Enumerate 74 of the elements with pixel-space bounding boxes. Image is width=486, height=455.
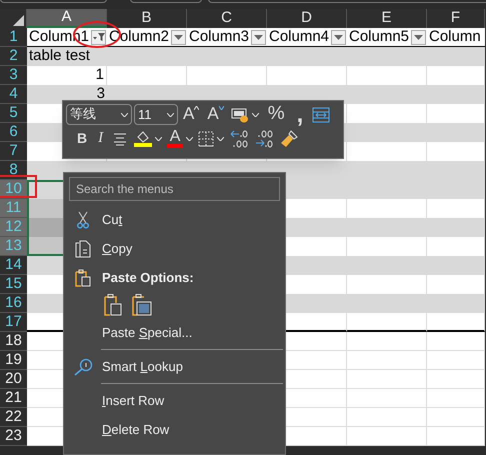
- menu-label: Cut: [102, 210, 122, 229]
- menu-item[interactable]: Paste Special...: [64, 318, 285, 347]
- filter-dropdown-button[interactable]: [331, 30, 346, 44]
- column-title: Column: [429, 28, 481, 46]
- caret-up-icon: [194, 106, 200, 110]
- row-header[interactable]: 21: [0, 389, 27, 408]
- caret-icon: [217, 136, 224, 140]
- row-header[interactable]: 16: [0, 294, 27, 313]
- caret-icon: [252, 112, 259, 116]
- menu-label: Copy: [102, 240, 132, 258]
- bold-button[interactable]: B: [72, 128, 92, 149]
- clipboard-icon: [75, 268, 91, 286]
- row-header[interactable]: 18: [0, 332, 27, 351]
- menu-label: Smart Lookup: [102, 358, 183, 376]
- caret-icon: [218, 106, 224, 110]
- filter-applied-button[interactable]: [91, 30, 106, 44]
- row-header[interactable]: 5: [0, 104, 27, 123]
- comma-style-button[interactable]: ,: [292, 104, 308, 125]
- font-name-field[interactable]: 等线: [66, 104, 132, 125]
- select-all-icon[interactable]: [13, 15, 24, 26]
- menu-item[interactable]: Copy: [64, 234, 285, 263]
- annotation-rectangle: [0, 175, 37, 198]
- row-header[interactable]: 23: [0, 427, 27, 446]
- scissors-icon: [77, 210, 89, 228]
- column-title: Column3: [189, 28, 250, 46]
- search-field[interactable]: Search the menus: [69, 177, 280, 201]
- borders-icon: [198, 130, 214, 146]
- align-center-icon: [112, 132, 128, 146]
- cell-text: 1: [96, 65, 104, 86]
- filter-icon: [92, 32, 104, 42]
- row-header[interactable]: 17: [0, 313, 27, 332]
- shrink-font-button[interactable]: A: [204, 104, 227, 125]
- font-color-button[interactable]: A: [165, 128, 196, 149]
- row-header[interactable]: 4: [0, 85, 27, 104]
- filter-dropdown-button[interactable]: [251, 30, 266, 44]
- column-title: Column4: [269, 28, 330, 46]
- cell-text: 3: [96, 84, 105, 104]
- cell-styles-icon: [230, 106, 249, 122]
- row-header[interactable]: 20: [0, 370, 27, 389]
- menu-item[interactable]: Smart Lookup: [64, 352, 285, 381]
- copy-icon: [75, 240, 91, 258]
- column-header[interactable]: A: [27, 9, 107, 28]
- caret-icon: [186, 136, 194, 140]
- menu-item[interactable]: Delete Row: [64, 415, 285, 444]
- caret-icon: [174, 34, 183, 40]
- font-size-field[interactable]: 11: [134, 104, 178, 125]
- grow-font-button[interactable]: A: [180, 104, 202, 125]
- row-header[interactable]: 1: [0, 28, 27, 47]
- row-header[interactable]: 15: [0, 275, 27, 294]
- menu-item[interactable]: Cut: [64, 205, 285, 234]
- row-header[interactable]: 3: [0, 66, 27, 85]
- filter-dropdown-button[interactable]: [411, 30, 426, 44]
- search-icon: [73, 358, 93, 376]
- menu-item[interactable]: Insert Row: [64, 386, 285, 415]
- row-header[interactable]: 2: [0, 47, 27, 66]
- column-title: Column5: [349, 28, 410, 46]
- row-header[interactable]: 6: [0, 123, 27, 142]
- row-header[interactable]: 22: [0, 408, 27, 427]
- paste-picture-button[interactable]: [131, 293, 153, 317]
- caret-icon: [254, 34, 263, 40]
- cell-text: table test: [29, 46, 90, 66]
- caret-icon: [334, 34, 343, 40]
- caret-icon: [167, 112, 174, 116]
- paste-button[interactable]: [102, 293, 124, 317]
- row-header[interactable]: 19: [0, 351, 27, 370]
- filter-dropdown-button[interactable]: [171, 30, 186, 44]
- italic-button[interactable]: I: [93, 128, 108, 149]
- row-header[interactable]: 7: [0, 142, 27, 161]
- percent-style-button[interactable]: %: [262, 104, 290, 125]
- menu-heading: Paste Options:: [102, 268, 194, 287]
- caret-icon: [155, 136, 162, 140]
- row-header[interactable]: 14: [0, 256, 27, 275]
- caret-icon: [121, 112, 128, 116]
- caret-icon: [414, 34, 423, 40]
